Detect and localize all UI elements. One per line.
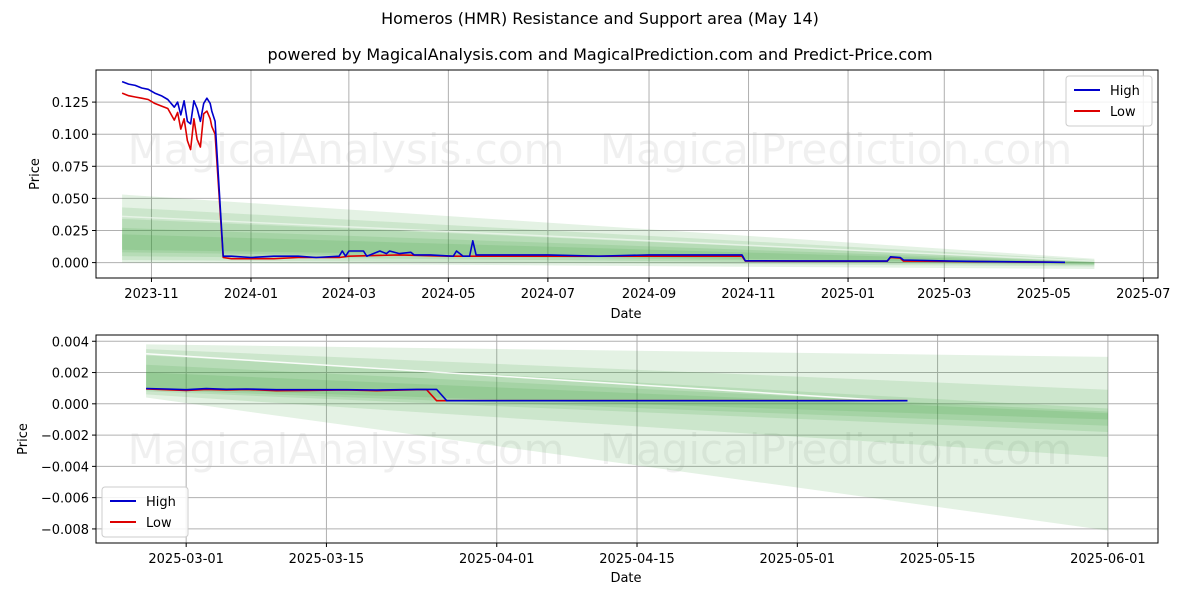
bottom-zoom-chart: MagicalAnalysis.com MagicalPrediction.com… [16,334,1159,586]
y-tick-label: 0.002 [52,367,89,382]
legend: High Low [101,486,189,538]
x-tick-label: 2025-03-15 [289,552,365,567]
x-tick-label: 2025-06-01 [1070,552,1146,567]
x-tick-label: 2025-04-15 [599,552,675,567]
x-axis-label: Date [610,571,641,586]
x-tick-label: 2025-04-01 [459,552,535,567]
x-tick-label: 2025-03-01 [148,552,224,567]
y-tick-label: −0.004 [41,460,89,475]
legend-label-low: Low [146,516,172,531]
y-tick-label: 0.004 [52,335,89,350]
legend-label-high: High [146,495,176,510]
y-tick-label: −0.008 [41,523,89,538]
y-tick-label: −0.006 [41,492,89,507]
y-axis-label: Price [16,423,31,455]
y-tick-label: −0.002 [41,429,89,444]
x-tick-label: 2025-05-01 [760,552,836,567]
x-tick-label: 2025-05-15 [900,552,976,567]
y-tick-label: 0.000 [52,398,89,413]
